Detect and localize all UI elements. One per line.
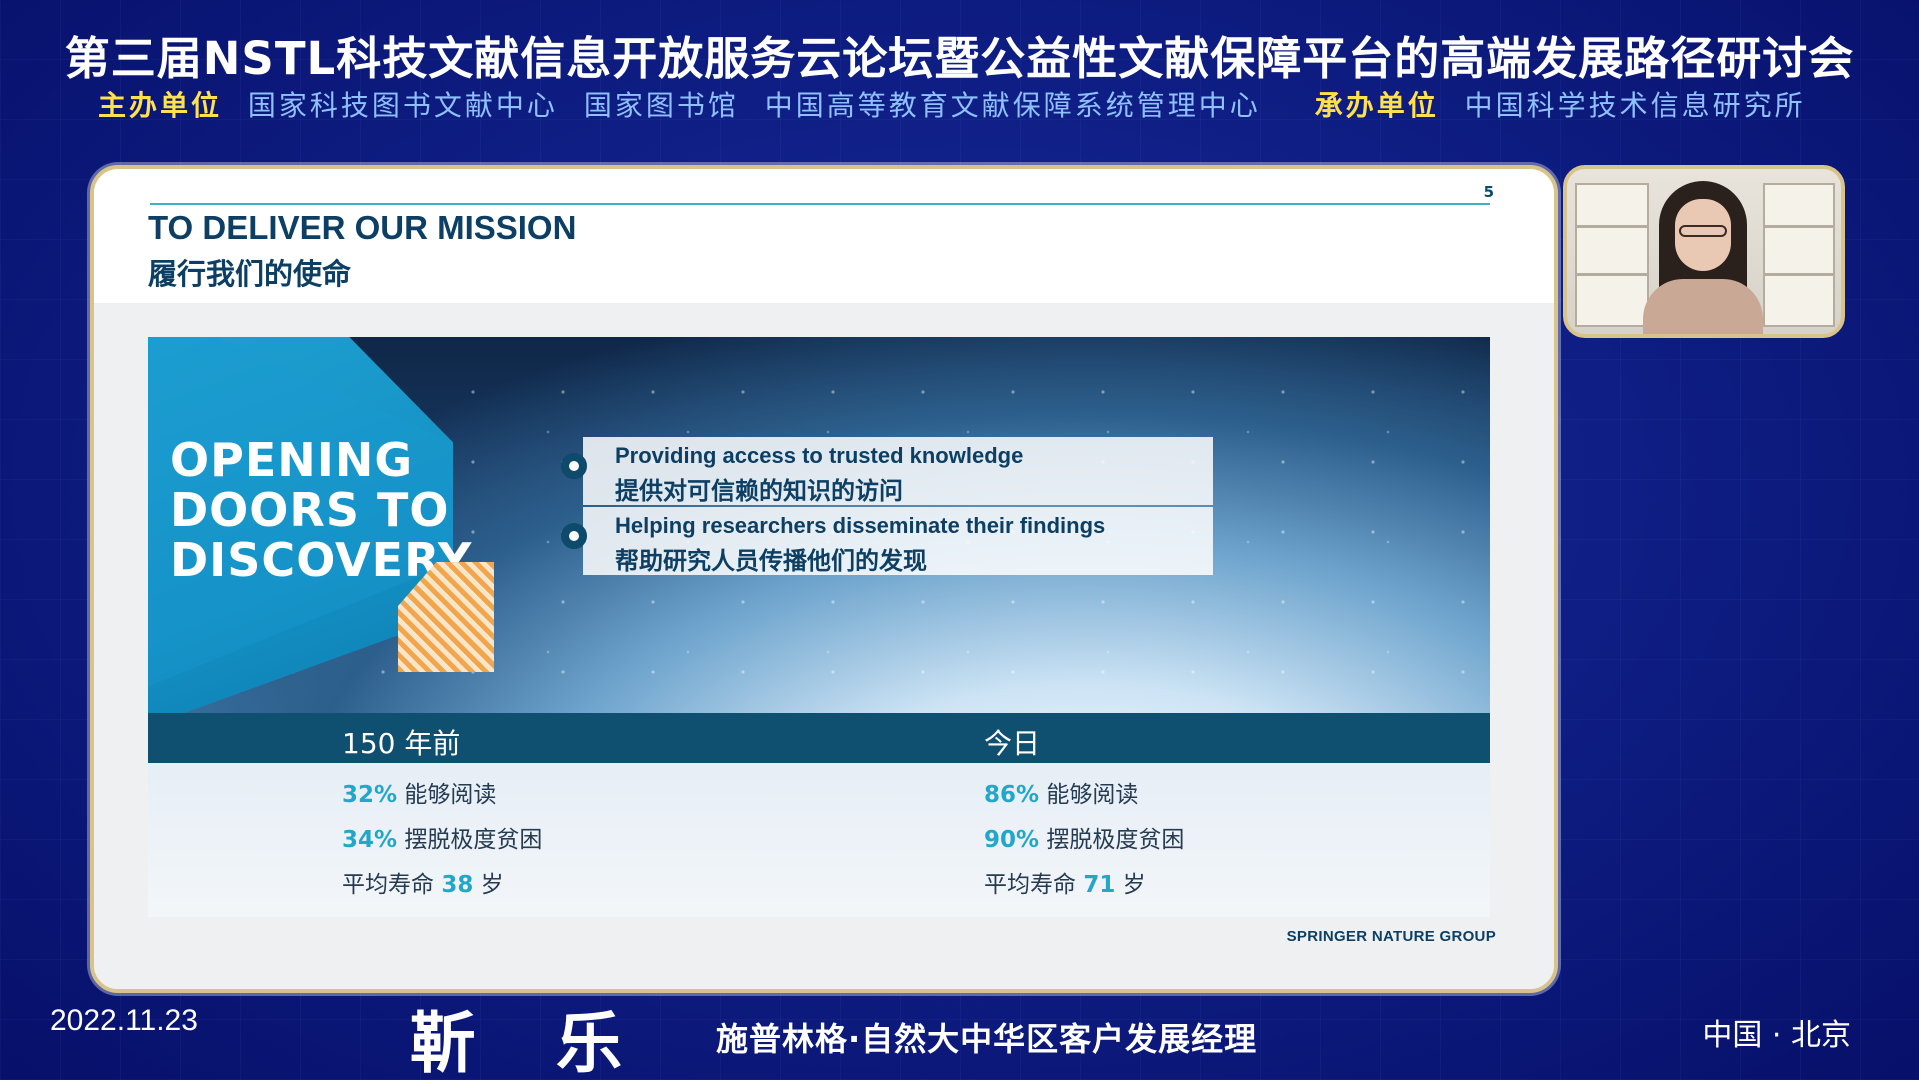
stats-header-past: 150 年前 [342,727,461,760]
stat-value: 71 [1083,872,1116,898]
stat-label: 摆脱极度贫困 [404,827,543,853]
stat-label: 平均寿命 [984,872,1076,898]
bullet-english: Helping researchers disseminate their fi… [615,513,1106,538]
stats-body: 32% 能够阅读 34% 摆脱极度贫困 平均寿命 38 岁 86% 能够阅读 9… [148,763,1490,917]
organizer-org: 中国科学技术信息研究所 [1464,89,1806,122]
stat-label: 能够阅读 [1046,782,1139,808]
stat-past-poverty: 34% 摆脱极度贫困 [342,820,542,854]
speaker-title: 施普林格·自然大中华区客户发展经理 [716,1020,1258,1058]
stat-today-poverty: 90% 摆脱极度贫困 [984,820,1184,854]
host-org-3: 中国高等教育文献保障系统管理中心 [764,89,1261,122]
bullet-english: Providing access to trusted knowledge [615,443,1024,468]
conference-title: 第三届NSTL科技文献信息开放服务云论坛暨公益性文献保障平台的高端发展路径研讨会 [64,32,1855,85]
slide-title-chinese: 履行我们的使命 [148,257,352,291]
bookshelf-left [1575,183,1649,327]
stat-unit: 岁 [480,872,504,898]
event-location: 中国 · 北京 [1702,1018,1851,1053]
stat-value: 32% [342,782,398,808]
stat-value: 38 [441,872,474,898]
host-label: 主办单位 [98,89,223,122]
bullet-ring-icon [561,523,587,549]
stats-header-bar: 150 年前 今日 [148,713,1490,763]
bullet-chinese: 帮助研究人员传播他们的发现 [615,547,927,575]
stat-unit: 岁 [1122,872,1146,898]
slide-page-number: 5 [1483,183,1494,201]
organizer-line: 主办单位 国家科技图书文献中心 国家图书馆 中国高等教育文献保障系统管理中心 承… [98,84,1859,124]
host-org-1: 国家科技图书文献中心 [247,89,558,122]
hero-headline: OPENING DOORS TO DISCOVERY [170,433,473,587]
stat-value: 86% [984,782,1040,808]
stat-label: 摆脱极度贫困 [1046,827,1185,853]
bookshelf-right [1763,183,1835,327]
springer-nature-logo: SPRINGER NATURE GROUP [1286,928,1496,945]
stat-past-lifespan: 平均寿命 38 岁 [342,865,504,899]
stat-today-literacy: 86% 能够阅读 [984,775,1138,809]
stat-label: 平均寿命 [342,872,434,898]
speaker-name: 靳乐 [410,1005,702,1080]
stat-value: 34% [342,827,398,853]
stat-label: 能够阅读 [404,782,497,808]
bullet-ring-icon [561,453,587,479]
stat-today-lifespan: 平均寿命 71 岁 [984,865,1146,899]
slide-top-rule [150,203,1490,205]
mission-bullet-2: Helping researchers disseminate their fi… [561,507,1213,575]
presentation-slide: 5 TO DELIVER OUR MISSION 履行我们的使命 OPENING… [90,165,1558,993]
bullet-chinese: 提供对可信赖的知识的访问 [615,477,903,505]
earth-hero-image: OPENING DOORS TO DISCOVERY Providing acc… [148,337,1490,713]
glasses-icon [1679,225,1727,237]
mission-bullet-1: Providing access to trusted knowledge 提供… [561,437,1213,505]
stat-past-literacy: 32% 能够阅读 [342,775,496,809]
speaker-body [1643,279,1763,334]
stat-value: 90% [984,827,1040,853]
organizer-label: 承办单位 [1314,89,1439,122]
host-org-2: 国家图书馆 [583,89,739,122]
event-date: 2022.11.23 [50,1004,198,1037]
stats-header-today: 今日 [984,727,1041,760]
speaker-video-feed [1563,165,1845,338]
slide-title-english: TO DELIVER OUR MISSION [148,209,577,246]
